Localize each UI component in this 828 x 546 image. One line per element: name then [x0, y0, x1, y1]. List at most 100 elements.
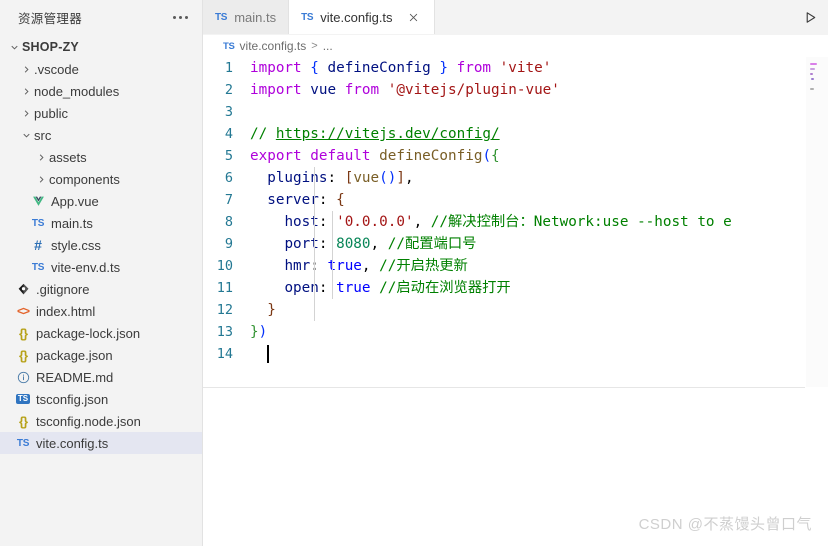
sidebar-item-public[interactable]: public: [0, 102, 202, 124]
sidebar-item-vite-config-ts[interactable]: TS vite.config.ts: [0, 432, 202, 454]
sidebar-item-tsconfig-node-json[interactable]: {} tsconfig.node.json: [0, 410, 202, 432]
minimap-line: [810, 88, 814, 90]
chevron-right-icon: [18, 58, 34, 80]
ellipsis-icon[interactable]: [171, 12, 190, 23]
line-number: 9: [224, 236, 233, 252]
minimap-line: [810, 63, 817, 65]
vue-file-icon: [29, 190, 47, 212]
tree-root-shop-zy[interactable]: SHOP-ZY: [0, 36, 202, 58]
run-play-icon[interactable]: [793, 0, 828, 34]
tab-bar: TS main.ts TS vite.config.ts: [203, 0, 828, 35]
json-file-icon: {}: [18, 413, 28, 429]
chevron-right-icon: [33, 146, 49, 168]
sidebar-item-label: vite.config.ts: [36, 435, 109, 451]
sidebar-item-package-lock-json[interactable]: {} package-lock.json: [0, 322, 202, 344]
code-line: 9 port: 8080, //配置端口号: [203, 233, 805, 255]
chevron-right-icon: [18, 80, 34, 102]
json-file-icon: {}: [18, 325, 28, 341]
tab-vite-config-ts[interactable]: TS vite.config.ts: [289, 0, 435, 34]
minimap-line: [811, 78, 814, 80]
line-number: 1: [224, 60, 233, 76]
markdown-file-icon: [14, 366, 32, 388]
tsconfig-file-icon: TS: [15, 394, 31, 404]
git-file-icon: [14, 278, 32, 300]
line-number: 2: [224, 82, 233, 98]
file-tree: SHOP-ZY .vscode node_modules public src …: [0, 35, 202, 546]
sidebar-item-assets[interactable]: assets: [0, 146, 202, 168]
line-number: 12: [216, 302, 233, 318]
sidebar-item-label: App.vue: [51, 193, 99, 209]
sidebar-item-label: index.html: [36, 303, 96, 319]
breadcrumb[interactable]: TS vite.config.ts > ...: [203, 35, 828, 57]
code-editor[interactable]: 1 import { defineConfig } from 'vite' 2 …: [203, 57, 805, 546]
chevron-right-icon: [18, 102, 34, 124]
typescript-file-icon: TS: [31, 261, 45, 273]
line-number: 5: [224, 148, 233, 164]
sidebar-item-index-html[interactable]: <> index.html: [0, 300, 202, 322]
sidebar-item-vscode[interactable]: .vscode: [0, 58, 202, 80]
chevron-down-icon: [18, 124, 34, 146]
sidebar-item-package-json[interactable]: {} package.json: [0, 344, 202, 366]
minimap-line: [810, 73, 813, 75]
chevron-right-icon: >: [311, 40, 318, 52]
code-line-text: hmr: true, //开启热更新: [250, 255, 805, 277]
sidebar-item-label: package-lock.json: [36, 325, 141, 341]
editor-minimap[interactable]: [805, 57, 828, 546]
tab-bar-spacer: [434, 0, 793, 34]
chevron-down-icon: [6, 36, 22, 58]
code-line: 3: [203, 101, 805, 123]
close-icon[interactable]: [406, 9, 422, 25]
code-line: 5 export default defineConfig({: [203, 145, 805, 167]
editor-horizontal-scrollbar[interactable]: [203, 387, 805, 388]
code-line-text: import vue from '@vitejs/plugin-vue': [250, 82, 560, 98]
code-line-text: export default defineConfig({: [250, 148, 500, 164]
sidebar-item-label: tsconfig.json: [36, 391, 109, 407]
sidebar-item-components[interactable]: components: [0, 168, 202, 190]
explorer-title: 资源管理器: [18, 12, 83, 26]
sidebar-item-label: node_modules: [34, 83, 120, 99]
breadcrumb-file[interactable]: vite.config.ts: [240, 39, 307, 53]
line-number: 11: [216, 280, 233, 296]
line-number: 13: [216, 324, 233, 340]
breadcrumb-symbol[interactable]: ...: [323, 39, 333, 53]
line-number: 14: [216, 346, 233, 362]
sidebar-item-label: README.md: [36, 369, 114, 385]
line-number: 6: [224, 170, 233, 186]
sidebar-item-label: tsconfig.node.json: [36, 413, 141, 429]
json-file-icon: {}: [18, 347, 28, 363]
code-line: 13 }): [203, 321, 805, 343]
code-line: 7 server: {: [203, 189, 805, 211]
tab-main-ts[interactable]: TS main.ts: [203, 0, 290, 34]
sidebar-item-label: vite-env.d.ts: [51, 259, 121, 275]
sidebar-item-label: components: [49, 171, 120, 187]
sidebar-item-vite-env-d-ts[interactable]: TS vite-env.d.ts: [0, 256, 202, 278]
code-line-text: import { defineConfig } from 'vite': [250, 60, 552, 76]
line-number: 3: [224, 104, 233, 120]
sidebar-item-style-css[interactable]: # style.css: [0, 234, 202, 256]
code-line: 14: [203, 343, 805, 365]
sidebar-item-readme-md[interactable]: README.md: [0, 366, 202, 388]
line-number: 10: [216, 258, 233, 274]
tab-label: vite.config.ts: [320, 9, 393, 25]
code-line: 1 import { defineConfig } from 'vite': [203, 57, 805, 79]
sidebar-item-app-vue[interactable]: App.vue: [0, 190, 202, 212]
line-number: 7: [224, 192, 233, 208]
sidebar-item-gitignore[interactable]: .gitignore: [0, 278, 202, 300]
code-line-text: host: '0.0.0.0', //解决控制台：Network:use --h…: [250, 211, 805, 233]
sidebar-item-tsconfig-json[interactable]: TS tsconfig.json: [0, 388, 202, 410]
sidebar-item-main-ts[interactable]: TS main.ts: [0, 212, 202, 234]
minimap-slider[interactable]: [806, 57, 828, 387]
code-line: 2 import vue from '@vitejs/plugin-vue': [203, 79, 805, 101]
tab-label: main.ts: [234, 9, 277, 25]
sidebar-item-node-modules[interactable]: node_modules: [0, 80, 202, 102]
line-number: 4: [224, 126, 233, 142]
sidebar-item-label: assets: [49, 149, 87, 165]
code-line-text: plugins: [vue()],: [250, 167, 805, 189]
watermark-text: CSDN @不蒸馒头曾口气: [638, 516, 812, 533]
code-line-text: server: {: [250, 189, 805, 211]
chevron-right-icon: [33, 168, 49, 190]
tree-root-label: SHOP-ZY: [22, 40, 79, 54]
sidebar-item-src[interactable]: src: [0, 124, 202, 146]
html-file-icon: <>: [16, 304, 30, 318]
vscode-window: 资源管理器 SHOP-ZY .vscode node_modules publi…: [0, 0, 828, 546]
